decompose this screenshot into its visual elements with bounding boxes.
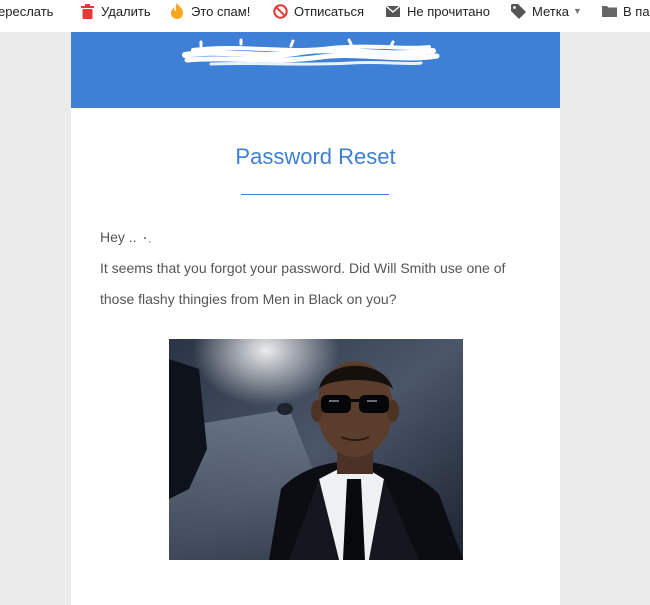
forward-label: ереслать — [0, 3, 54, 19]
email-body: Password Reset Hey .. It seems that you … — [71, 32, 560, 605]
move-to-folder-button[interactable]: В па — [601, 0, 650, 22]
envelope-icon — [385, 3, 401, 19]
spam-button[interactable]: Это спам! — [169, 0, 250, 22]
redacted-name — [140, 233, 154, 244]
trash-icon — [79, 3, 95, 19]
mark-unread-button[interactable]: Не прочитано — [385, 0, 490, 22]
chevron-down-icon: ▼ — [572, 6, 582, 16]
mark-unread-label: Не прочитано — [407, 3, 490, 19]
tag-icon — [510, 3, 526, 19]
email-header-banner — [71, 32, 560, 108]
brand-logo-redacted — [182, 38, 440, 66]
fire-icon — [169, 3, 185, 19]
title-divider — [241, 194, 389, 195]
unsubscribe-icon — [272, 3, 288, 19]
unsubscribe-button[interactable]: Отписаться — [272, 0, 364, 22]
email-title: Password Reset — [235, 144, 396, 169]
body-line-1: It seems that you forgot your password. … — [100, 260, 506, 276]
greeting-text: Hey .. — [100, 229, 540, 245]
body-line-2: those flashy thingies from Men in Black … — [100, 291, 397, 307]
men-in-black-photo — [169, 339, 463, 560]
delete-label: Удалить — [101, 3, 151, 19]
label-menu-button[interactable]: Метка ▼ — [510, 0, 582, 22]
greeting-label: Hey .. — [100, 229, 141, 245]
move-to-folder-label: В па — [623, 3, 650, 19]
folder-icon — [601, 3, 617, 19]
forward-button[interactable]: ереслать — [0, 0, 53, 22]
spam-label: Это спам! — [191, 3, 251, 19]
delete-button[interactable]: Удалить — [79, 0, 151, 22]
email-toolbar: ереслать Удалить Это спам! Отписаться Не… — [0, 0, 650, 32]
unsubscribe-label: Отписаться — [294, 3, 365, 19]
label-menu-label: Метка — [532, 3, 569, 19]
